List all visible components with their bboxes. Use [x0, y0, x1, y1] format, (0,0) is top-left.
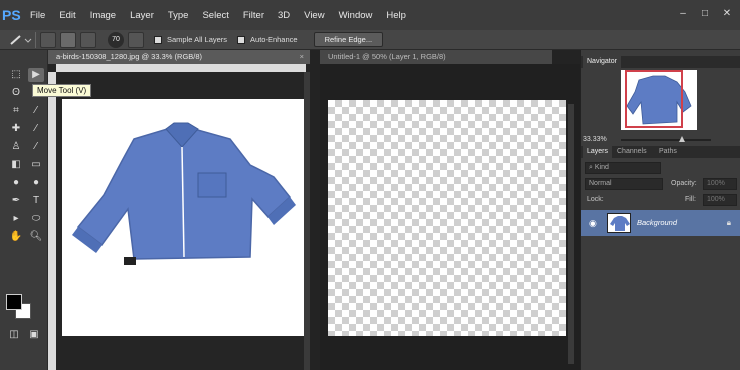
tab-navigator[interactable]: Navigator: [583, 56, 621, 68]
brush-pressure-icon[interactable]: [128, 31, 144, 48]
navigator-zoom-row: 33.33%: [581, 134, 740, 146]
layer-filter-select[interactable]: ⌕ Kind: [585, 162, 661, 174]
zoom-slider[interactable]: [621, 139, 711, 141]
layer-thumbnail: [607, 213, 631, 233]
history-brush-tool-icon[interactable]: ⁄: [28, 140, 44, 154]
menu-view[interactable]: View: [304, 10, 324, 21]
auto-enhance-checkbox[interactable]: Auto-Enhance: [237, 35, 298, 44]
layers-tabbar: Layers Channels Paths: [581, 146, 740, 158]
close-button[interactable]: ✕: [720, 8, 734, 20]
right-panels: Navigator 33.33% Layers Channels Paths ⌕…: [580, 50, 740, 370]
menu-file[interactable]: File: [30, 10, 45, 21]
tab-channels[interactable]: Channels: [613, 146, 651, 158]
eraser-tool-icon[interactable]: ◧: [8, 158, 24, 172]
eyedropper-tool-icon[interactable]: ⁄: [28, 104, 44, 118]
opacity-field[interactable]: 100%: [703, 178, 737, 190]
lock-label: Lock:: [587, 196, 604, 203]
navigator-tabbar: Navigator: [581, 56, 740, 68]
quick-selection-icon: [10, 34, 32, 45]
tab-layers[interactable]: Layers: [583, 146, 613, 158]
hand-tool-icon[interactable]: ✋: [8, 230, 24, 244]
photoshop-logo: PS: [2, 7, 21, 23]
lasso-tool-icon[interactable]: ʘ: [8, 86, 24, 100]
minimize-button[interactable]: –: [676, 8, 690, 20]
menu-edit[interactable]: Edit: [59, 10, 75, 21]
brush-tool-icon[interactable]: ⁄: [28, 122, 44, 136]
tool-preset-picker[interactable]: [6, 31, 36, 48]
layer-row-background[interactable]: ◉ Background 🔒︎: [581, 210, 740, 236]
menu-select[interactable]: Select: [202, 10, 228, 21]
shape-tool-icon[interactable]: ⬭: [28, 212, 44, 226]
quick-mask-icon[interactable]: ◫: [6, 328, 22, 342]
clone-stamp-tool-icon[interactable]: ♙: [8, 140, 24, 154]
menu-layer[interactable]: Layer: [130, 10, 154, 21]
sample-all-layers-checkbox[interactable]: Sample All Layers: [154, 35, 227, 44]
document-area: a-birds-150308_1280.jpg @ 33.3% (RGB/8) …: [48, 50, 580, 370]
blur-tool-icon[interactable]: ●: [8, 176, 24, 190]
foreground-color-swatch[interactable]: [6, 294, 22, 310]
menu-3d[interactable]: 3D: [278, 10, 290, 21]
transparent-canvas[interactable]: [328, 100, 566, 336]
refine-edge-button[interactable]: Refine Edge...: [313, 32, 384, 47]
document-tab-2[interactable]: Untitled-1 @ 50% (Layer 1, RGB/8): [320, 50, 552, 64]
document-window-1: [48, 64, 310, 370]
vertical-scrollbar[interactable]: [304, 72, 310, 370]
navigator-view-box[interactable]: [625, 70, 683, 128]
fill-field[interactable]: 100%: [703, 194, 737, 206]
move-tool-icon[interactable]: ▶: [28, 68, 44, 82]
vertical-ruler: [48, 72, 56, 370]
checkbox-box[interactable]: [154, 35, 162, 44]
document-window-2: [320, 64, 580, 370]
menu-window[interactable]: Window: [339, 10, 373, 21]
sample-all-layers-label: Sample All Layers: [167, 35, 228, 44]
close-tab-icon[interactable]: ×: [300, 50, 304, 64]
new-selection-icon[interactable]: [40, 31, 56, 48]
path-selection-tool-icon[interactable]: ▸: [8, 212, 24, 226]
checkbox-box[interactable]: [237, 35, 246, 44]
navigator-zoom-value[interactable]: 33.33%: [583, 136, 607, 143]
vertical-scrollbar[interactable]: [568, 104, 574, 364]
maximize-button[interactable]: □: [698, 8, 712, 20]
zoom-slider-knob[interactable]: [679, 136, 685, 142]
auto-enhance-label: Auto-Enhance: [250, 35, 298, 44]
blend-mode-select[interactable]: Normal: [585, 178, 663, 190]
shirt-image: [72, 122, 296, 265]
add-to-selection-icon[interactable]: [60, 31, 76, 48]
window-controls: – □ ✕: [676, 8, 734, 20]
lock-icon: 🔒︎: [726, 218, 731, 227]
tools-panel: ⬚ ▶ ʘ ✎ ⌗ ⁄ ✚ ⁄ ♙ ⁄ ◧ ▭ ● ● ✒ T ▸ ⬭ ✋ 🔍︎…: [0, 50, 48, 370]
menu-image[interactable]: Image: [90, 10, 116, 21]
healing-tool-icon[interactable]: ✚: [8, 122, 24, 136]
menu-bar: PS File Edit Image Layer Type Select Fil…: [0, 0, 740, 30]
layer-filter-kind: Kind: [594, 164, 609, 171]
shirt-layer-thumbnail: [610, 216, 630, 231]
subtract-selection-icon[interactable]: [80, 31, 96, 48]
document-tab-1[interactable]: a-birds-150308_1280.jpg @ 33.3% (RGB/8) …: [48, 50, 310, 64]
document-tab-title: a-birds-150308_1280.jpg @ 33.3% (RGB/8): [56, 52, 203, 61]
pen-tool-icon[interactable]: ✒: [8, 194, 24, 208]
document-tab-title: Untitled-1 @ 50% (Layer 1, RGB/8): [328, 52, 446, 61]
gradient-tool-icon[interactable]: ▭: [28, 158, 44, 172]
zoom-tool-icon[interactable]: 🔍︎: [28, 230, 44, 244]
menu-type[interactable]: Type: [168, 10, 189, 21]
menu-help[interactable]: Help: [386, 10, 406, 21]
move-tool-tooltip: Move Tool (V): [32, 84, 92, 97]
options-bar: 70 Sample All Layers Auto-Enhance Refine…: [0, 30, 740, 50]
brush-size-picker[interactable]: 70: [108, 31, 124, 48]
horizontal-ruler: [56, 64, 306, 72]
dodge-tool-icon[interactable]: ●: [28, 176, 44, 190]
opacity-label: Opacity:: [671, 180, 697, 187]
screen-mode-icon[interactable]: ▣: [26, 328, 42, 342]
image-canvas[interactable]: [62, 99, 305, 336]
eye-visibility-icon[interactable]: ◉: [589, 218, 597, 229]
marquee-tool-icon[interactable]: ⬚: [8, 68, 24, 82]
menu-filter[interactable]: Filter: [243, 10, 264, 21]
layer-name: Background: [637, 218, 678, 227]
crop-tool-icon[interactable]: ⌗: [8, 104, 24, 118]
tab-paths[interactable]: Paths: [655, 146, 681, 158]
type-tool-icon[interactable]: T: [28, 194, 44, 208]
fill-label: Fill:: [685, 196, 696, 203]
